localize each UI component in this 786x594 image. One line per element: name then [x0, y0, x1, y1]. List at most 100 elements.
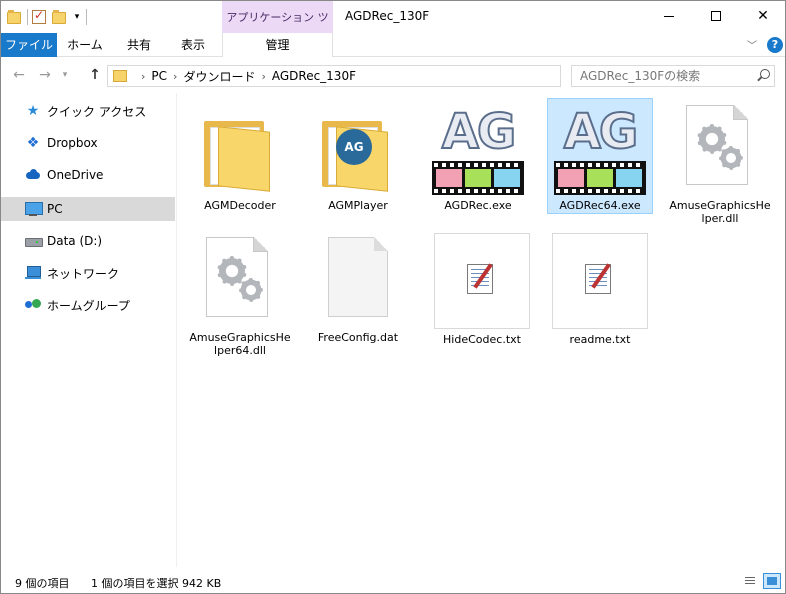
sidebar-item-label: PC [47, 202, 63, 216]
large-icons-view-button[interactable] [763, 573, 781, 589]
sidebar-item-dropbox[interactable]: ❖ Dropbox [1, 131, 175, 155]
address-bar[interactable]: › PC › ダウンロード › AGDRec_130F ▾ ⟳ [107, 65, 660, 87]
quick-access-toolbar: ▾ [7, 7, 87, 27]
sidebar-item-data-drive[interactable]: Data (D:) [1, 229, 175, 253]
tab-home[interactable]: ホーム [57, 33, 113, 57]
chevron-down-icon[interactable]: ﹀ [745, 37, 759, 52]
folder-icon [192, 99, 288, 195]
chevron-right-icon[interactable]: › [261, 70, 265, 83]
film-strip-icon [554, 161, 646, 195]
file-item-hidecodec-txt[interactable]: HideCodec.txt [429, 233, 535, 346]
tab-file[interactable]: ファイル [1, 33, 57, 57]
pc-icon [25, 201, 43, 217]
file-item-amusegraphicshelper-dll[interactable]: AmuseGraphicsHelper.dll [667, 99, 773, 225]
tab-view[interactable]: 表示 [165, 33, 221, 57]
contextual-tab-header: アプリケーション ツール [222, 1, 333, 58]
onedrive-icon [25, 167, 41, 183]
file-item-readme-txt[interactable]: readme.txt [547, 233, 653, 346]
blank-file-icon [310, 231, 406, 327]
sidebar-item-label: ホームグループ [47, 298, 130, 313]
breadcrumb-downloads[interactable]: ダウンロード [183, 68, 255, 85]
sidebar-item-homegroup[interactable]: ホームグループ [1, 293, 175, 317]
close-icon: ✕ [757, 8, 769, 24]
sidebar-item-onedrive[interactable]: OneDrive [1, 163, 175, 187]
customize-toolbar-button[interactable]: ▾ [72, 9, 82, 25]
file-name: HideCodec.txt [443, 333, 521, 346]
dll-file-icon [672, 99, 768, 195]
up-button[interactable]: ↑ [85, 65, 105, 85]
new-folder-icon[interactable] [52, 9, 68, 25]
help-icon[interactable]: ? [767, 37, 783, 53]
network-icon [25, 265, 41, 281]
file-name: AmuseGraphicsHelper64.dll [189, 331, 291, 357]
forward-button[interactable]: → [35, 65, 55, 85]
text-file-icon [434, 233, 530, 329]
file-item-amusegraphicshelper64-dll[interactable]: AmuseGraphicsHelper64.dll [187, 231, 293, 357]
ag-logo-text: AG [441, 104, 518, 160]
sidebar-item-quick-access[interactable]: ★ クイック アクセス [1, 99, 175, 123]
file-name: AGDRec64.exe [559, 199, 641, 212]
film-strip-icon [432, 161, 524, 195]
tab-manage[interactable]: 管理 [222, 33, 333, 57]
folder-icon [113, 70, 127, 82]
breadcrumb-pc[interactable]: PC [151, 69, 167, 83]
sidebar-item-label: Dropbox [47, 136, 98, 150]
recent-locations-button[interactable]: ▾ [59, 65, 71, 85]
chevron-right-icon[interactable]: › [173, 70, 177, 83]
sidebar-item-pc[interactable]: PC [1, 197, 175, 221]
chevron-right-icon[interactable]: › [141, 70, 145, 83]
minimize-icon [664, 15, 674, 17]
file-item-agmdecoder[interactable]: AGMDecoder [187, 99, 293, 212]
sidebar-item-label: OneDrive [47, 168, 104, 182]
text-file-icon [552, 233, 648, 329]
agdrec-app-icon: AG [552, 99, 648, 195]
gear-icon [239, 278, 263, 302]
details-view-button[interactable] [741, 573, 759, 589]
search-placeholder: AGDRec_130Fの検索 [580, 69, 701, 83]
toolbar-separator [86, 9, 87, 25]
file-name: AGDRec.exe [444, 199, 512, 212]
navigation-pane: ★ クイック アクセス ❖ Dropbox OneDrive PC Data (… [1, 93, 177, 567]
file-item-freeconfig-dat[interactable]: FreeConfig.dat [305, 231, 411, 344]
file-name: FreeConfig.dat [317, 331, 399, 344]
minimize-button[interactable] [646, 1, 692, 33]
item-count: 9 個の項目 [15, 577, 70, 590]
sidebar-item-label: ネットワーク [47, 266, 120, 281]
ribbon: ファイル ホーム 共有 表示 管理 ﹀ ? [1, 33, 785, 57]
navigation-bar: ← → ▾ ↑ › PC › ダウンロード › AGDRec_130F ▾ ⟳ … [1, 61, 785, 91]
sidebar-item-label: クイック アクセス [47, 104, 147, 119]
title-bar: ▾ アプリケーション ツール AGDRec_130F ✕ [1, 1, 785, 58]
file-item-agmplayer[interactable]: AG AGMPlayer [305, 99, 411, 212]
folder-icon: AG [310, 99, 406, 195]
homegroup-icon [25, 297, 41, 313]
status-bar: 9 個の項目 1 個の項目を選択 942 KB [1, 567, 785, 593]
tab-share[interactable]: 共有 [113, 33, 165, 57]
file-name: AGMDecoder [204, 199, 276, 212]
sidebar-item-network[interactable]: ネットワーク [1, 261, 175, 285]
file-name: readme.txt [569, 333, 631, 346]
search-input[interactable]: AGDRec_130Fの検索 [571, 65, 775, 87]
window-title: AGDRec_130F [345, 9, 430, 23]
dll-file-icon [192, 231, 288, 327]
maximize-button[interactable] [693, 1, 739, 33]
back-button[interactable]: ← [9, 65, 29, 85]
app-badge: AG [336, 129, 372, 165]
explorer-window: ▾ アプリケーション ツール AGDRec_130F ✕ ファイル ホーム 共有… [0, 0, 786, 594]
selection-info: 1 個の項目を選択 942 KB [91, 577, 222, 590]
star-icon: ★ [26, 103, 40, 119]
file-list: AGMDecoder AG AGMPlayer AG AGDRec.exe AG… [181, 93, 785, 567]
file-item-agdrec-exe[interactable]: AG AGDRec.exe [425, 99, 531, 212]
agdrec-app-icon: AG [430, 99, 526, 195]
ag-logo-text: AG [563, 104, 640, 160]
file-item-agdrec64-exe[interactable]: AG AGDRec64.exe [547, 98, 653, 214]
dropbox-icon: ❖ [26, 135, 40, 151]
close-button[interactable]: ✕ [740, 1, 785, 33]
breadcrumb-current-folder[interactable]: AGDRec_130F [272, 69, 356, 83]
search-icon[interactable] [756, 69, 770, 83]
toolbar-separator [27, 9, 28, 25]
drive-icon [25, 233, 43, 249]
file-name: AmuseGraphicsHelper.dll [669, 199, 771, 225]
properties-icon[interactable] [32, 8, 48, 25]
sidebar-item-label: Data (D:) [47, 234, 103, 248]
maximize-icon [711, 11, 721, 21]
